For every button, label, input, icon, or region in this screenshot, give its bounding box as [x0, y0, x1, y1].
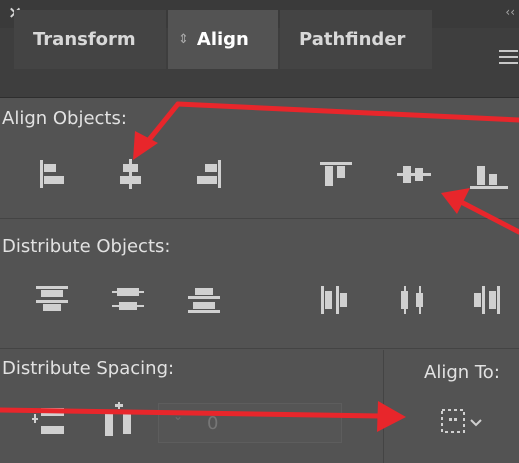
align-to-selection-icon [441, 409, 482, 433]
annotation-arrow-head [441, 188, 470, 214]
tab-pathfinder[interactable]: Pathfinder [280, 10, 432, 69]
distribute-objects-label: Distribute Objects: [2, 236, 171, 257]
tab-label: Align [196, 29, 249, 50]
horizontal-distribute-right-icon[interactable] [468, 282, 508, 318]
vertical-align-top-icon[interactable] [316, 156, 356, 192]
horizontal-align-right-icon[interactable] [186, 156, 226, 192]
vertical-distribute-space-icon[interactable] [30, 404, 70, 440]
align-to-label: Align To: [424, 362, 500, 383]
vertical-distribute-top-icon[interactable] [32, 282, 72, 318]
tab-label: Transform [33, 29, 136, 50]
section-divider [0, 348, 519, 349]
section-divider-vertical [383, 350, 384, 463]
vertical-align-bottom-icon[interactable] [468, 156, 508, 192]
horizontal-align-center-icon[interactable] [111, 156, 151, 192]
horizontal-distribute-center-icon[interactable] [394, 282, 434, 318]
spacing-value: 0 [207, 413, 219, 434]
distribute-spacing-input[interactable]: ⌃⌄ 0 [158, 403, 342, 443]
vertical-distribute-center-icon[interactable] [108, 282, 148, 318]
section-divider [0, 218, 519, 219]
annotation-arrow-line [141, 101, 181, 149]
horizontal-distribute-space-icon[interactable] [98, 402, 138, 438]
annotation-arrow-head [377, 401, 406, 432]
vertical-distribute-bottom-icon[interactable] [184, 282, 224, 318]
horizontal-align-left-icon[interactable] [36, 156, 76, 192]
horizontal-distribute-left-icon[interactable] [316, 282, 356, 318]
annotation-arrow-line [175, 101, 519, 123]
vertical-align-center-icon[interactable] [394, 156, 434, 192]
hamburger-icon[interactable] [495, 46, 519, 70]
spacing-stepper-icon[interactable]: ⌃⌄ [163, 410, 183, 422]
tab-collapse-indicator-icon: ⇕ [178, 32, 189, 47]
tab-transform[interactable]: Transform [14, 10, 166, 69]
tab-label: Pathfinder [299, 29, 406, 50]
align-to-dropdown[interactable] [437, 402, 497, 446]
collapse-panel-icon[interactable]: ‹‹ [505, 6, 515, 18]
align-panel: × ‹‹ Transform ⇕ Align Pathfinder Align … [0, 0, 519, 463]
tab-align[interactable]: ⇕ Align [168, 10, 278, 69]
align-objects-label: Align Objects: [2, 108, 127, 129]
distribute-spacing-label: Distribute Spacing: [2, 358, 175, 379]
